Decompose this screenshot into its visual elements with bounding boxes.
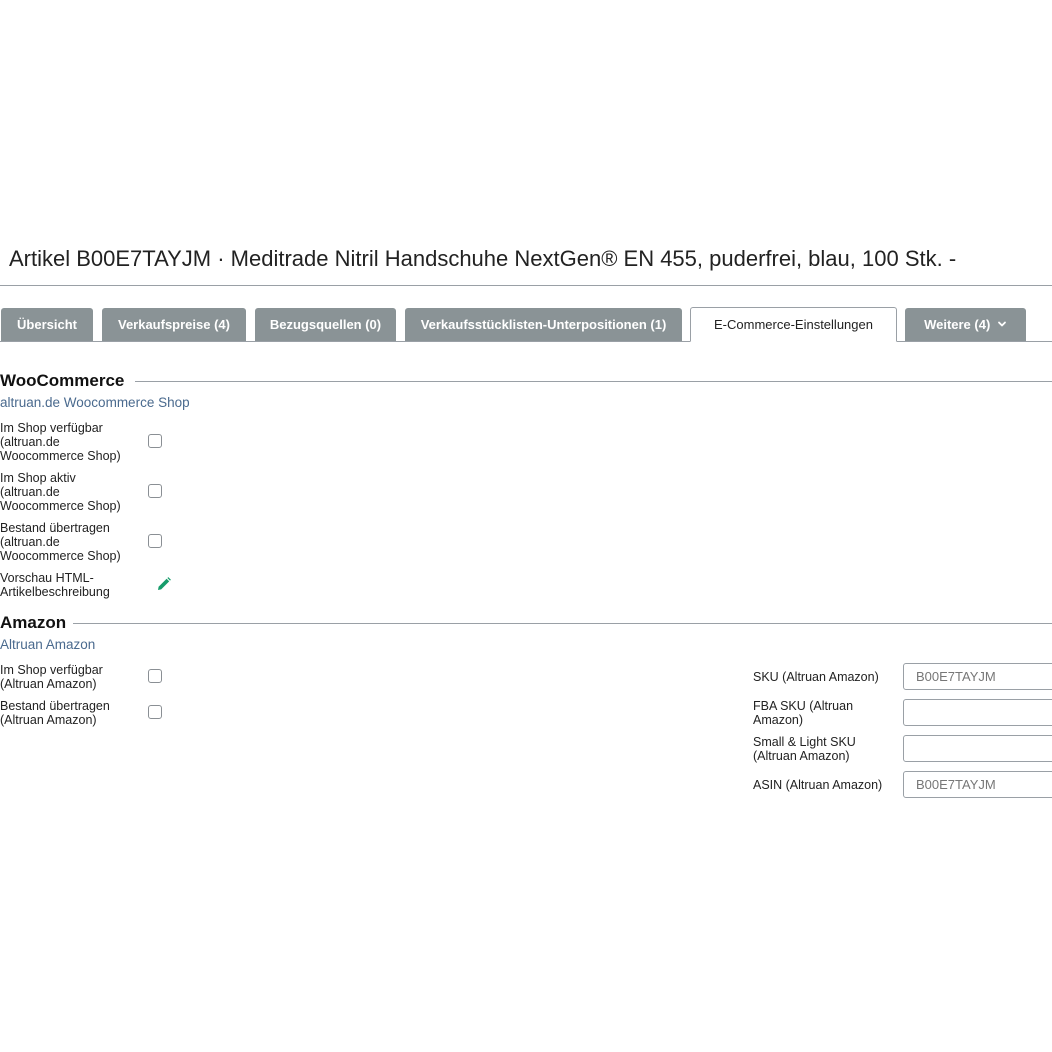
woocommerce-heading: WooCommerce bbox=[0, 371, 125, 390]
amazon-divider bbox=[73, 623, 1052, 624]
chevron-down-icon bbox=[997, 308, 1007, 341]
amazon-shop-link[interactable]: Altruan Amazon bbox=[0, 637, 95, 652]
amazon-stock-checkbox[interactable] bbox=[148, 705, 162, 719]
amazon-stock-label: Bestand übertragen (Altruan Amazon) bbox=[0, 699, 110, 727]
sku-label: SKU (Altruan Amazon) bbox=[753, 670, 879, 684]
amazon-available-label: Im Shop verfügbar (Altruan Amazon) bbox=[0, 663, 103, 691]
woo-stock-label: Bestand übertragen (altruan.de Woocommer… bbox=[0, 521, 121, 563]
fba-sku-label: FBA SKU (Altruan Amazon) bbox=[753, 699, 854, 727]
fba-sku-input[interactable] bbox=[903, 699, 1052, 726]
amazon-heading: Amazon bbox=[0, 613, 67, 632]
tab-verkaufspreise[interactable]: Verkaufspreise (4) bbox=[102, 308, 246, 341]
small-light-sku-input[interactable] bbox=[903, 735, 1052, 762]
tab-weitere[interactable]: Weitere (4) bbox=[905, 308, 1026, 341]
amazon-available-checkbox[interactable] bbox=[148, 669, 162, 683]
pencil-icon[interactable] bbox=[156, 576, 172, 592]
page: Artikel B00E7TAYJM · Meditrade Nitril Ha… bbox=[0, 0, 1052, 1052]
woo-available-label: Im Shop verfügbar (altruan.de Woocommerc… bbox=[0, 421, 121, 463]
tab-ecommerce-einstellungen[interactable]: E-Commerce-Einstellungen bbox=[690, 307, 897, 342]
woo-preview-label: Vorschau HTML-Artikelbeschreibung bbox=[0, 571, 110, 599]
tab-uebersicht[interactable]: Übersicht bbox=[1, 308, 93, 341]
title-divider bbox=[0, 285, 1052, 286]
woocommerce-shop-link[interactable]: altruan.de Woocommerce Shop bbox=[0, 395, 190, 410]
woo-active-label: Im Shop aktiv (altruan.de Woocommerce Sh… bbox=[0, 471, 121, 513]
woocommerce-divider bbox=[135, 381, 1052, 382]
tab-weitere-label: Weitere (4) bbox=[924, 317, 991, 332]
asin-label: ASIN (Altruan Amazon) bbox=[753, 778, 883, 792]
woo-stock-checkbox[interactable] bbox=[148, 534, 162, 548]
woo-active-checkbox[interactable] bbox=[148, 484, 162, 498]
tab-bezugsquellen[interactable]: Bezugsquellen (0) bbox=[255, 308, 396, 341]
tab-verkaufsstuecklisten[interactable]: Verkaufsstücklisten-Unterpositionen (1) bbox=[405, 308, 682, 341]
page-title: Artikel B00E7TAYJM · Meditrade Nitril Ha… bbox=[9, 246, 957, 271]
woo-available-checkbox[interactable] bbox=[148, 434, 162, 448]
asin-input[interactable] bbox=[903, 771, 1052, 798]
small-light-sku-label: Small & Light SKU (Altruan Amazon) bbox=[753, 735, 856, 763]
sku-input[interactable] bbox=[903, 663, 1052, 690]
